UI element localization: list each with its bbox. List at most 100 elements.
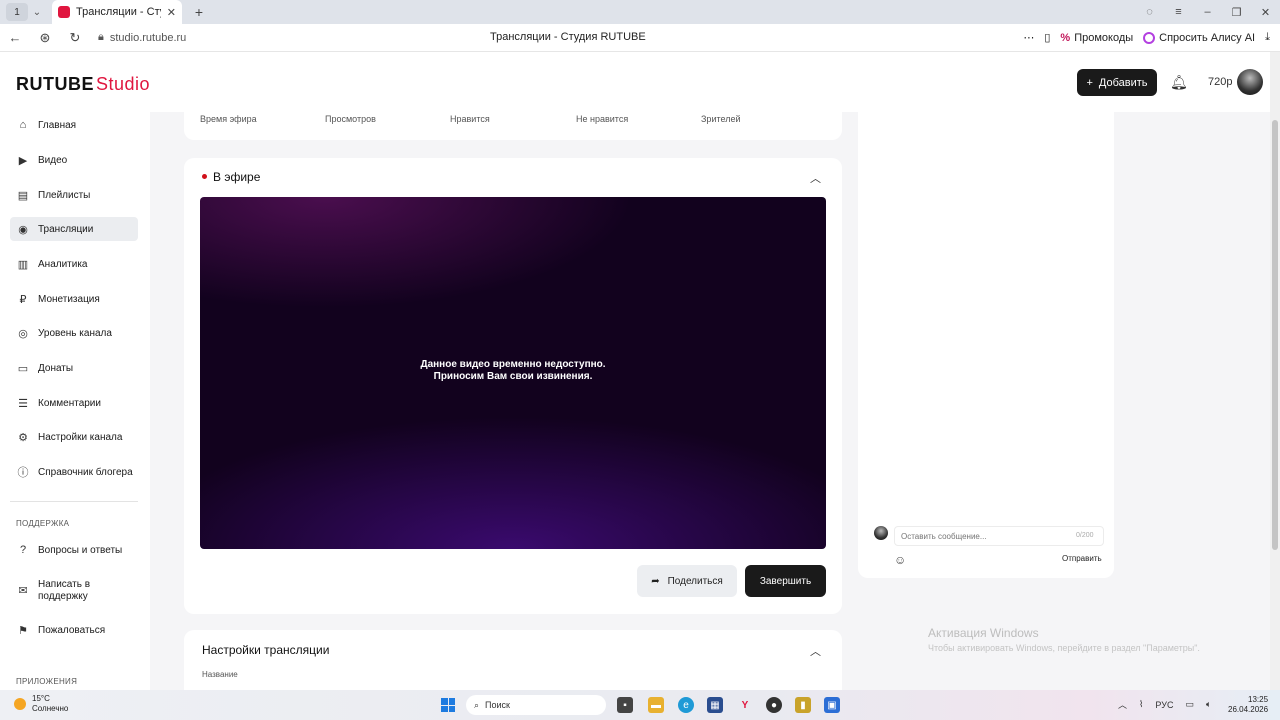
windows-start-icon[interactable] <box>441 698 455 712</box>
sidebar-item-label: Комментарии <box>38 397 101 409</box>
download-icon[interactable]: ⤓ <box>1265 31 1270 44</box>
url-field[interactable]: 🔒︎ studio.rutube.ru <box>98 31 478 44</box>
monetization-icon: ₽ <box>19 293 27 306</box>
live-card: В эфире ︿ Данное видео временно недоступ… <box>184 158 842 614</box>
new-tab-icon[interactable]: + <box>188 4 210 20</box>
address-bar-actions: ⋯ ▯ % Промокоды Спросить Алису AI ⤓ <box>1023 31 1280 44</box>
taskbar-search[interactable]: ⌕ Поиск <box>466 695 606 715</box>
taskbar-clock[interactable]: 13:25 26.04.2026 <box>1228 695 1268 715</box>
sidebar-item-video[interactable]: ▶ Видео <box>10 148 138 172</box>
promo-button[interactable]: % Промокоды <box>1060 32 1133 44</box>
quality-label[interactable]: 720p <box>1208 76 1232 88</box>
sidebar-item-broadcasts[interactable]: ◉ Трансляции <box>10 217 138 241</box>
send-button[interactable]: Отправить <box>1062 554 1102 563</box>
close-icon[interactable]: ✕ <box>167 6 176 19</box>
yandex-browser-icon[interactable]: Y <box>737 697 753 713</box>
browser-tab-active[interactable]: Трансляции - Студия R ✕ <box>52 0 182 24</box>
app-header: RUTUBE Studio + Добавить 🔔︎ 720p <box>0 52 1280 112</box>
chat-message-input[interactable] <box>894 526 1104 546</box>
flag-icon: ⚑ <box>18 624 28 637</box>
sidebar-item-donations[interactable]: ▭ Донаты <box>10 356 138 380</box>
back-icon[interactable]: ← <box>0 30 30 45</box>
lock-app-icon[interactable]: ▮ <box>795 697 811 713</box>
promo-label: Промокоды <box>1074 31 1134 44</box>
app-icon[interactable]: ● <box>766 697 782 713</box>
windows-activation-title: Активация Windows <box>928 626 1039 640</box>
sun-icon <box>14 698 26 710</box>
finish-button[interactable]: Завершить <box>745 565 826 597</box>
sidebar-item-level[interactable]: ◎ Уровень канала <box>10 321 138 345</box>
tray-chevron-icon[interactable]: ︿ <box>1118 698 1127 711</box>
chat-panel: 0/200 ☺ Отправить <box>858 112 1114 578</box>
chevron-down-icon[interactable]: ⌄ <box>28 7 46 18</box>
volume-icon[interactable]: 🔈︎ <box>1206 699 1211 710</box>
level-icon: ◎ <box>18 327 28 340</box>
analytics-icon: ▥ <box>17 258 29 271</box>
scrollbar-thumb[interactable] <box>1272 120 1278 550</box>
share-button[interactable]: ➦ Поделиться <box>637 565 737 597</box>
sidebar-item-analytics[interactable]: ▥ Аналитика <box>10 252 138 276</box>
chevron-up-icon[interactable]: ︿ <box>810 170 821 186</box>
profile-icon[interactable]: ◌ <box>1135 6 1164 18</box>
network-icon[interactable]: ⌇ <box>1139 699 1143 710</box>
page-scrollbar[interactable] <box>1270 52 1280 692</box>
language-indicator[interactable]: РУС <box>1155 700 1173 710</box>
sidebar-item-label: Пожаловаться <box>38 624 106 636</box>
avatar[interactable] <box>1237 69 1263 95</box>
video-player[interactable]: Данное видео временно недоступно. Принос… <box>200 197 826 549</box>
calendar-app-icon[interactable]: ▣ <box>824 697 840 713</box>
live-title: В эфире <box>213 170 261 184</box>
more-icon[interactable]: ⋯ <box>1023 31 1034 44</box>
emoji-icon[interactable]: ☺ <box>894 553 906 567</box>
chat-char-counter: 0/200 <box>1076 532 1094 539</box>
stat-dislikes-label: Не нравится <box>576 114 629 124</box>
alice-button[interactable]: Спросить Алису AI <box>1143 31 1255 44</box>
rutube-studio-logo[interactable]: RUTUBE Studio <box>16 74 150 95</box>
gear-icon: ⚙ <box>18 431 28 444</box>
sidebar-item-write-support[interactable]: ✉ Написать в поддержку <box>10 577 138 605</box>
display-icon[interactable]: ▭ <box>1185 699 1194 710</box>
protect-icon[interactable]: ⊛ <box>30 30 60 46</box>
chevron-up-icon[interactable]: ︿ <box>810 643 821 659</box>
bell-icon[interactable]: 🔔︎ <box>1170 74 1188 91</box>
sidebar-item-label: Плейлисты <box>38 189 91 201</box>
edge-icon[interactable]: e <box>678 697 694 713</box>
store-icon[interactable]: ▦ <box>707 697 723 713</box>
sidebar-item-playlists[interactable]: ▤ Плейлисты <box>10 183 138 207</box>
minimize-icon[interactable]: – <box>1193 6 1222 18</box>
add-button[interactable]: + Добавить <box>1077 69 1157 96</box>
player-message-line2: Приносим Вам свои извинения. <box>433 371 593 382</box>
sidebar-item-monetization[interactable]: ₽ Монетизация <box>10 287 138 311</box>
sidebar: ⌂ Главная ▶ Видео ▤ Плейлисты ◉ Трансляц… <box>0 112 150 692</box>
clock-date: 26.04.2026 <box>1228 705 1269 714</box>
player-message: Данное видео временно недоступно. Принос… <box>200 359 826 383</box>
stat-airtime-label: Время эфира <box>200 114 257 124</box>
sidebar-item-label: Трансляции <box>38 223 94 235</box>
tab-counter[interactable]: 1 <box>6 3 28 21</box>
reload-icon[interactable]: ↻ <box>60 30 90 46</box>
weather-temp: 15°C <box>32 694 50 703</box>
window-close-icon[interactable]: ✕ <box>1251 6 1280 19</box>
sidebar-item-channel-settings[interactable]: ⚙ Настройки канала <box>10 425 138 449</box>
menu-icon[interactable]: ≡ <box>1164 6 1193 18</box>
weather-widget[interactable]: 15°C Солнечно <box>14 694 68 714</box>
rutube-favicon-icon <box>58 6 70 18</box>
sidebar-item-home[interactable]: ⌂ Главная <box>10 113 138 137</box>
bookmark-icon[interactable]: ▯ <box>1044 31 1050 44</box>
task-view-icon[interactable]: ▪ <box>617 697 633 713</box>
sidebar-item-report[interactable]: ⚑ Пожаловаться <box>10 618 138 642</box>
stats-card: Время эфира Просмотров Нравится Не нрави… <box>184 112 842 140</box>
sidebar-item-label: Уровень канала <box>38 327 112 339</box>
file-explorer-icon[interactable]: ▬ <box>648 697 664 713</box>
logo-sub: Studio <box>96 74 151 94</box>
apps-caption: ПРИЛОЖЕНИЯ <box>16 677 78 686</box>
sidebar-item-blogger-guide[interactable]: ⓘ Справочник блогера <box>10 460 138 484</box>
maximize-icon[interactable]: ❐ <box>1222 6 1251 19</box>
logo-main: RUTUBE <box>16 74 94 94</box>
sidebar-item-faq[interactable]: ? Вопросы и ответы <box>10 538 138 562</box>
stat-likes-label: Нравится <box>450 114 490 124</box>
help-icon: ⓘ <box>17 467 29 479</box>
sidebar-item-comments[interactable]: ☰ Комментарии <box>10 391 138 415</box>
sidebar-item-label: Видео <box>38 154 68 166</box>
share-button-label: Поделиться <box>667 575 723 587</box>
